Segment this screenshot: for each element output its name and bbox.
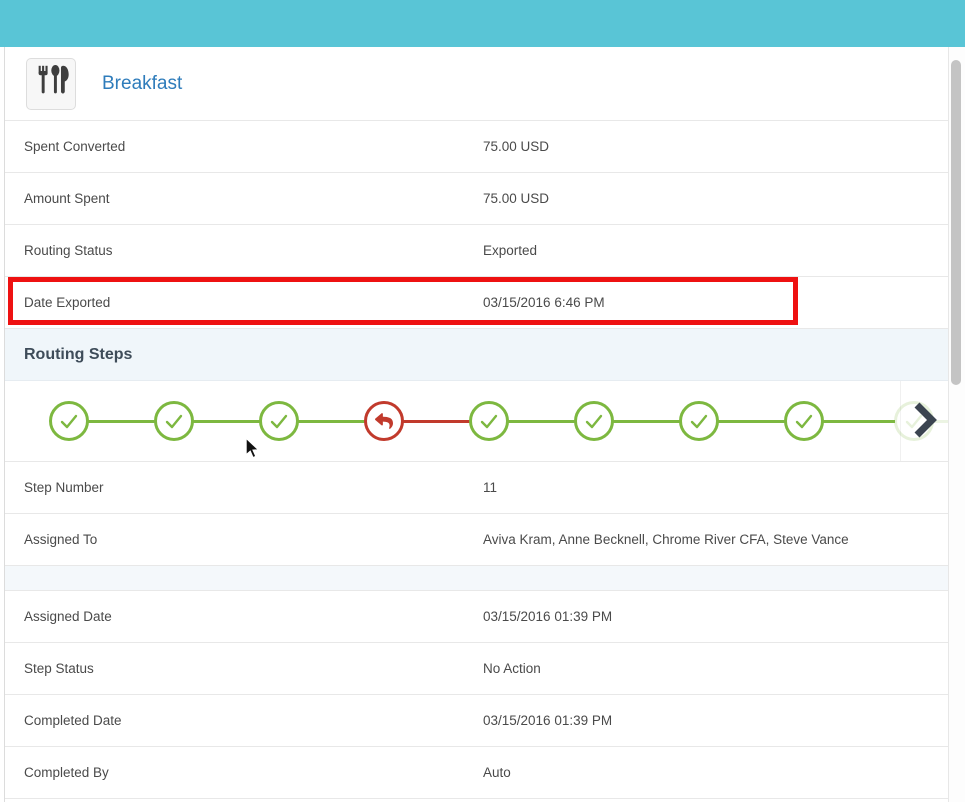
routing-step-done[interactable]	[574, 401, 614, 441]
field-value: 75.00 USD	[483, 191, 549, 206]
field-label: Completed By	[24, 765, 109, 780]
chevron-right-icon	[913, 402, 937, 441]
expense-type-icon-box	[26, 58, 76, 110]
field-label: Assigned To	[24, 532, 97, 547]
field-label: Completed Date	[24, 713, 122, 728]
field-label: Amount Spent	[24, 191, 110, 206]
routing-step-returned[interactable]	[364, 401, 404, 441]
field-row-date-exported: Date Exported 03/15/2016 6:46 PM	[5, 277, 948, 329]
routing-step-done[interactable]	[679, 401, 719, 441]
routing-step-done[interactable]	[154, 401, 194, 441]
field-label: Step Status	[24, 661, 94, 676]
field-label: Routing Status	[24, 243, 113, 258]
field-row-spent-converted: Spent Converted 75.00 USD	[5, 121, 948, 173]
scrollbar-thumb[interactable]	[951, 60, 961, 385]
field-value: Auto	[483, 765, 511, 780]
field-row-completed-date: Completed Date 03/15/2016 01:39 PM	[5, 695, 948, 747]
field-row-assigned-to: Assigned To Aviva Kram, Anne Becknell, C…	[5, 514, 948, 566]
stepper-next-button[interactable]	[910, 402, 940, 440]
routing-step-done[interactable]	[259, 401, 299, 441]
field-row-step-number: Step Number 11	[5, 462, 948, 514]
field-row-assigned-date: Assigned Date 03/15/2016 01:39 PM	[5, 591, 948, 643]
routing-step-done[interactable]	[469, 401, 509, 441]
routing-step-done[interactable]	[784, 401, 824, 441]
field-value: No Action	[483, 661, 541, 676]
field-label: Assigned Date	[24, 609, 112, 624]
routing-steps-section-header: Routing Steps	[5, 329, 948, 381]
field-value: 75.00 USD	[483, 139, 549, 154]
field-value: 03/15/2016 6:46 PM	[483, 295, 605, 310]
field-row-amount-spent: Amount Spent 75.00 USD	[5, 173, 948, 225]
field-label: Step Number	[24, 480, 104, 495]
section-spacer-band	[5, 566, 948, 591]
field-row-routing-status: Routing Status Exported	[5, 225, 948, 277]
field-label: Spent Converted	[24, 139, 125, 154]
field-value: Aviva Kram, Anne Becknell, Chrome River …	[483, 532, 849, 547]
field-label: Date Exported	[24, 295, 110, 310]
field-row-completed-by: Completed By Auto	[5, 747, 948, 799]
field-value: 11	[483, 480, 497, 495]
top-app-bar	[0, 0, 965, 47]
expense-detail-panel: Breakfast Spent Converted 75.00 USD Amou…	[4, 47, 949, 802]
routing-step-done[interactable]	[49, 401, 89, 441]
field-value: Exported	[483, 243, 537, 258]
field-row-step-status: Step Status No Action	[5, 643, 948, 695]
field-value: 03/15/2016 01:39 PM	[483, 609, 612, 624]
field-value: 03/15/2016 01:39 PM	[483, 713, 612, 728]
expense-header-row: Breakfast	[5, 47, 948, 121]
utensils-icon	[32, 62, 70, 105]
expense-title-link[interactable]: Breakfast	[102, 73, 182, 95]
section-title: Routing Steps	[24, 346, 132, 364]
routing-stepper	[5, 381, 948, 462]
